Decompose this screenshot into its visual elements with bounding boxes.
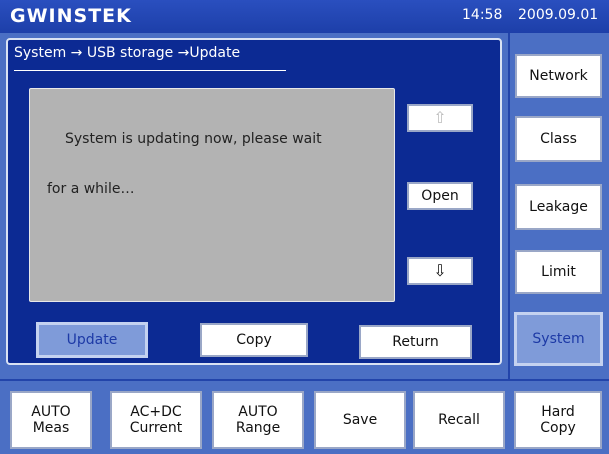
hard-copy-line1: Hard [541, 403, 575, 420]
side-menu-network[interactable]: Network [515, 54, 602, 98]
bottom-divider [0, 379, 609, 381]
scroll-up-button[interactable]: ⇧ [407, 104, 473, 132]
gwinstek-logo: GWINSTEK [10, 5, 132, 27]
side-separator [508, 33, 510, 379]
hard-copy-line2: Copy [540, 420, 576, 436]
recall-button[interactable]: Recall [413, 391, 505, 449]
scroll-down-button[interactable]: ⇩ [407, 257, 473, 285]
side-menu-system[interactable]: System [514, 312, 603, 366]
auto-meas-line1: AUTO [31, 403, 71, 420]
clock: 14:58 [462, 7, 503, 23]
acdc-line1: AC+DC [130, 403, 182, 420]
auto-meas-button[interactable]: AUTO Meas [10, 391, 92, 449]
status-message-line2: for a while… [47, 181, 135, 197]
hard-copy-button[interactable]: Hard Copy [514, 391, 602, 449]
acdc-current-button[interactable]: AC+DC Current [110, 391, 202, 449]
save-button[interactable]: Save [314, 391, 406, 449]
date: 2009.09.01 [518, 7, 599, 23]
acdc-line2: Current [129, 420, 183, 436]
open-button[interactable]: Open [407, 182, 473, 210]
auto-range-line2: Range [235, 420, 281, 436]
side-menu-limit[interactable]: Limit [515, 250, 602, 294]
breadcrumb-underline [14, 70, 286, 71]
status-message-line1: System is updating now, please wait [65, 131, 322, 147]
auto-range-button[interactable]: AUTO Range [212, 391, 304, 449]
title-bar: GWINSTEK 14:58 2009.09.01 [0, 0, 609, 33]
copy-button[interactable]: Copy [200, 323, 308, 357]
return-button[interactable]: Return [359, 325, 472, 359]
side-menu-leakage[interactable]: Leakage [515, 184, 602, 230]
breadcrumb: System → USB storage →Update [14, 45, 241, 61]
arrow-down-icon: ⇩ [433, 260, 447, 280]
auto-range-line1: AUTO [238, 403, 278, 420]
arrow-up-icon: ⇧ [433, 107, 447, 127]
update-button[interactable]: Update [36, 322, 148, 358]
auto-meas-line2: Meas [32, 420, 70, 436]
side-menu-class[interactable]: Class [515, 116, 602, 162]
